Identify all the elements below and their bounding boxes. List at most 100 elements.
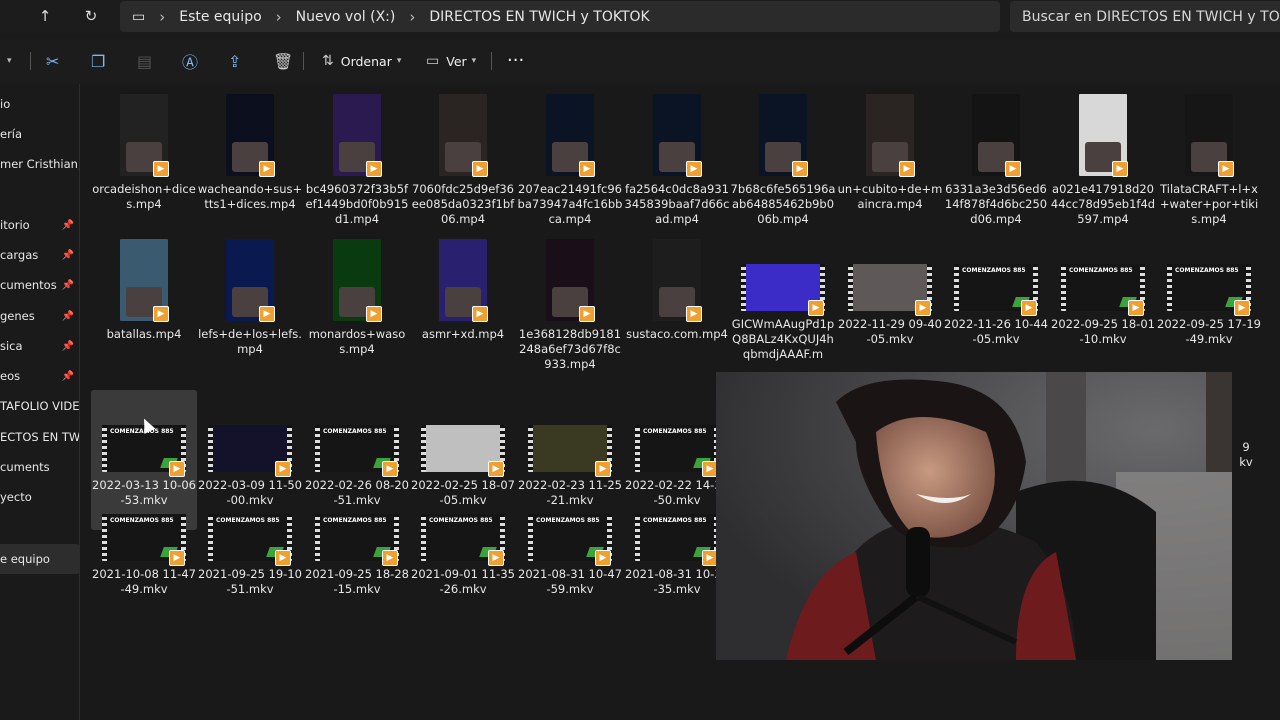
file-item[interactable]: ▶ 1e368128db9181248a6ef73d67f8c933.mp4 [517, 229, 623, 371]
sidebar-item-videos[interactable]: eos 📌 [0, 362, 79, 390]
breadcrumb[interactable]: ▭ › Este equipo › Nuevo vol (X:) › DIREC… [120, 1, 1000, 32]
file-name: 2021-09-25 19-10-51.mkv [198, 567, 302, 596]
sidebar-item-label: mer Cristhian, U [0, 157, 80, 171]
chevron-right-icon[interactable]: › [159, 8, 165, 26]
file-item[interactable]: ▶ batallas.mp4 [91, 229, 197, 369]
file-item[interactable]: ▶ lefs+de+los+lefs.mp4 [197, 229, 303, 369]
cut-icon[interactable]: ✂ [46, 50, 59, 72]
file-name: 2022-09-25 18-01-10.mkv [1051, 317, 1155, 346]
thumbnail-caption: COMENZAMOS 885 [110, 517, 174, 524]
file-name: 9 [1242, 440, 1250, 454]
sidebar-item-project[interactable]: yecto [0, 483, 79, 511]
delete-icon[interactable]: 🗑 [273, 50, 293, 72]
sidebar-item-documents-2[interactable]: cuments [0, 453, 79, 481]
chevron-down-icon: ▾ [396, 56, 402, 66]
file-item[interactable]: COMENZAMOS 885 ▶ 2022-09-25 18-01-10.mkv [1050, 229, 1156, 369]
paste-icon[interactable]: ▤ [137, 50, 152, 72]
sidebar-item-music[interactable]: sica 📌 [0, 332, 79, 360]
file-item[interactable]: ▶ asmr+xd.mp4 [410, 229, 516, 369]
file-name-partial[interactable]: 9 kv [1231, 440, 1261, 470]
file-item[interactable]: COMENZAMOS 885 ▶ 2021-09-25 18-28-15.mkv [304, 479, 410, 619]
more-options-button[interactable]: ... [507, 44, 524, 66]
sidebar-item-label: io [0, 97, 11, 111]
file-item[interactable]: ▶ 7060fdc25d9ef36ee085da0323f1bf06.mp4 [410, 84, 516, 226]
breadcrumb-this-pc[interactable]: Este equipo [179, 9, 261, 25]
refresh-icon[interactable]: ↻ [77, 4, 105, 28]
file-item[interactable]: ▶ un+cubito+de+maincra.mp4 [837, 84, 943, 224]
file-item[interactable]: COMENZAMOS 885 ▶ 2022-09-25 17-19-49.mkv [1156, 229, 1262, 369]
monitor-icon[interactable]: ▭ [132, 9, 145, 25]
filmstrip-left [102, 425, 107, 472]
file-item[interactable]: COMENZAMOS 885 ▶ 2021-08-31 10-47-59.mkv [517, 479, 623, 619]
play-badge-icon: ▶ [579, 161, 595, 177]
rename-icon[interactable]: Ⓐ [182, 50, 198, 72]
sidebar-item-onedrive[interactable]: mer Cristhian, U [0, 150, 80, 178]
file-item[interactable]: COMENZAMOS 885 ▶ 2021-09-01 11-35-26.mkv [410, 479, 516, 619]
play-badge-icon: ▶ [579, 306, 595, 322]
share-icon[interactable]: ⇪ [228, 50, 241, 72]
file-explorer-window: ↑ ↻ ▭ › Este equipo › Nuevo vol (X:) › D… [0, 0, 1280, 720]
play-badge-icon: ▶ [1005, 161, 1021, 177]
sidebar-item-label: itorio [0, 218, 30, 232]
pin-icon: 📌 [61, 249, 74, 261]
toolbar-divider [491, 52, 492, 70]
file-item[interactable]: ▶ 6331a3e3d56ed614f878f4d6bc250d06.mp4 [943, 84, 1049, 226]
file-item[interactable]: ▶ orcadeishon+dices.mp4 [91, 84, 197, 224]
file-item[interactable]: ▶ TilataCRAFT+l+x+water+por+tikis.mp4 [1156, 84, 1262, 226]
sidebar-item-desktop[interactable]: itorio 📌 [0, 211, 79, 239]
command-bar: ▾ ✂ ❐ ▤ Ⓐ ⇪ 🗑 ⇅ Ordenar ▾ ▭ Ver ▾ ... [0, 38, 1280, 84]
play-badge-icon: ▶ [488, 461, 504, 477]
breadcrumb-volume[interactable]: Nuevo vol (X:) [296, 9, 396, 25]
view-button[interactable]: ▭ Ver ▾ [426, 50, 476, 72]
sidebar-item-documents[interactable]: cumentos 📌 [0, 271, 79, 299]
play-badge-icon: ▶ [808, 300, 824, 316]
file-item[interactable]: ▶ wacheando+sus+tts1+dices.mp4 [197, 84, 303, 224]
file-name: un+cubito+de+maincra.mp4 [837, 182, 943, 211]
file-item[interactable]: ▶ bc4960372f33b5fef1449bd0f0b915d1.mp4 [304, 84, 410, 226]
file-item[interactable]: COMENZAMOS 885 ▶ 2021-10-08 11-47-49.mkv [91, 479, 197, 619]
thumbnail-caption: COMENZAMOS 885 [1069, 267, 1133, 274]
sidebar-item-gallery[interactable]: ería [0, 120, 79, 148]
navigation-pane: io ería mer Cristhian, U itorio 📌 cargas 📌… [0, 84, 80, 720]
copy-icon[interactable]: ❐ [91, 50, 105, 72]
sort-button[interactable]: ⇅ Ordenar ▾ [322, 50, 401, 72]
chevron-right-icon[interactable]: › [409, 8, 415, 26]
toolbar-divider [303, 52, 304, 70]
sidebar-item-home[interactable]: io [0, 90, 79, 118]
search-input[interactable]: Buscar en DIRECTOS EN TWICH y TOKTOK [1010, 1, 1280, 32]
file-item[interactable]: COMENZAMOS 885 ▶ 2021-08-31 10-32-35.mkv [624, 479, 730, 619]
file-item[interactable]: COMENZAMOS 885 ▶ 2022-11-26 10-44-05.mkv [943, 229, 1049, 369]
file-item[interactable]: ▶ a021e417918d2044cc78d95eb1f4d597.mp4 [1050, 84, 1156, 226]
filmstrip-left [635, 425, 640, 472]
file-name: monardos+wasos.mp4 [308, 327, 406, 356]
breadcrumb-folder[interactable]: DIRECTOS EN TWICH y TOKTOK [429, 9, 649, 25]
file-item[interactable]: COMENZAMOS 885 ▶ 2021-09-25 19-10-51.mkv [197, 479, 303, 619]
new-menu-chevron-icon[interactable]: ▾ [2, 50, 12, 72]
chevron-right-icon[interactable]: › [276, 8, 282, 26]
sidebar-item-label: genes [0, 309, 35, 323]
file-item[interactable]: ▶ GICWmAAugPd1pQ8BALz4KxQUJ4hqbmdjAAAF.m [730, 229, 836, 369]
sidebar-item-label: ECTOS EN TWIC [0, 430, 80, 444]
up-arrow-icon[interactable]: ↑ [31, 4, 59, 28]
file-item[interactable]: ▶ fa2564c0dc8a931345839baaf7d66cad.mp4 [624, 84, 730, 226]
thumbnail-caption: COMENZAMOS 885 [429, 517, 493, 524]
sidebar-item-twitch-folder[interactable]: ECTOS EN TWIC [0, 423, 80, 451]
file-item[interactable]: ▶ 207eac21491fc96ba73947a4fc16bbca.mp4 [517, 84, 623, 226]
file-item[interactable]: ▶ monardos+wasos.mp4 [304, 229, 410, 369]
file-name: 2022-09-25 17-19-49.mkv [1157, 317, 1261, 346]
file-item[interactable]: ▶ 7b68c6fe565196aab64885462b9b006b.mp4 [730, 84, 836, 226]
play-badge-icon: ▶ [259, 306, 275, 322]
file-name: 7060fdc25d9ef36ee085da0323f1bf06.mp4 [411, 182, 515, 226]
sidebar-item-pictures[interactable]: genes 📌 [0, 302, 79, 330]
toolbar-divider [30, 52, 31, 70]
sidebar-item-this-pc[interactable]: e equipo [0, 544, 79, 574]
play-badge-icon: ▶ [472, 161, 488, 177]
sidebar-item-downloads[interactable]: cargas 📌 [0, 241, 79, 269]
file-item[interactable]: ▶ sustaco.com.mp4 [624, 229, 730, 369]
file-name: 2021-09-01 11-35-26.mkv [411, 567, 515, 596]
pin-icon: 📌 [61, 310, 74, 322]
file-item[interactable]: ▶ 2022-11-29 09-40-05.mkv [837, 229, 943, 369]
thumbnail-caption: COMENZAMOS 885 [536, 517, 600, 524]
sidebar-item-portfolio[interactable]: TAFOLIO VIDEC [0, 392, 79, 420]
file-name: 2021-10-08 11-47-49.mkv [92, 567, 196, 596]
